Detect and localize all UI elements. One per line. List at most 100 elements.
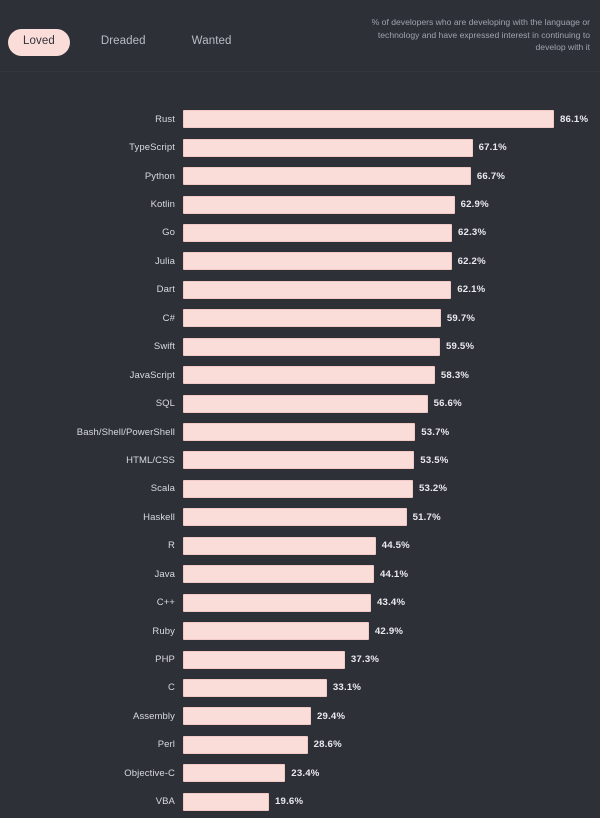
bar[interactable] (183, 167, 471, 186)
bar[interactable] (183, 678, 327, 697)
bar-track: 43.4% (183, 588, 600, 616)
bar-category-label: Ruby (152, 625, 175, 637)
bar[interactable] (183, 451, 415, 470)
bar-category-label: Rust (155, 113, 175, 125)
bar-category-label: Java (154, 568, 175, 580)
bar-category-label: C (168, 682, 175, 694)
bar-category-label: Dart (156, 284, 175, 296)
loved-languages-chart-page: { "header": { "tabs": [ { "id": "loved",… (0, 0, 600, 818)
bar[interactable] (183, 593, 371, 612)
bar-value-label: 42.9% (374, 625, 404, 637)
tab-dreaded[interactable]: Dreaded (86, 29, 161, 56)
bar[interactable] (183, 792, 269, 811)
bar-track: 86.1% (183, 105, 600, 133)
bar-track: 53.5% (183, 446, 600, 474)
bar-row: JavaScript 58.3% (0, 361, 600, 389)
bar-value-label: 51.7% (412, 511, 441, 523)
bar[interactable] (183, 508, 407, 527)
bar-row: SQL 56.6% (0, 389, 600, 417)
bar[interactable] (183, 280, 452, 299)
bar-category-label: C# (162, 312, 175, 324)
tab-loved-label: Loved (23, 35, 55, 47)
bar[interactable] (183, 366, 435, 385)
bar[interactable] (183, 650, 345, 669)
bar-track: 44.1% (183, 560, 600, 588)
bar[interactable] (183, 138, 473, 157)
bar-track: 23.4% (183, 759, 600, 787)
bar-row: Rust 86.1% (0, 105, 600, 133)
bar-value-label: 58.3% (440, 369, 470, 381)
bar[interactable] (183, 110, 554, 129)
bar[interactable] (183, 479, 413, 498)
bar-row: Perl 28.6% (0, 731, 600, 759)
bar-category-label: Assembly (133, 710, 175, 722)
bar[interactable] (183, 536, 376, 555)
bar-category-label: Objective-C (124, 767, 175, 779)
bar-track: 29.4% (183, 702, 600, 730)
tab-wanted-label: Wanted (191, 35, 232, 47)
bar-chart: Rust 86.1% TypeScript 67.1% Python 66.7% Kotli… (0, 72, 600, 816)
bar-value-label: 28.6% (313, 739, 342, 751)
bar[interactable] (183, 195, 455, 214)
bar-track: 51.7% (183, 503, 600, 531)
bar-value-label: 66.7% (476, 170, 506, 182)
bar[interactable] (183, 337, 440, 356)
bar[interactable] (183, 252, 452, 271)
bar-row: C 33.1% (0, 674, 600, 702)
bar-category-label: PHP (155, 654, 175, 666)
bar-row: Swift 59.5% (0, 333, 600, 361)
view-tabs: Loved Dreaded Wanted (8, 29, 246, 56)
bar-value-label: 53.7% (421, 426, 450, 438)
bar-track: 67.1% (183, 133, 600, 161)
bar-category-label: SQL (155, 398, 175, 410)
bar-row: C# 59.7% (0, 304, 600, 332)
bar[interactable] (183, 764, 286, 783)
bar-value-label: 62.2% (457, 255, 486, 267)
bar-track: 62.2% (183, 247, 600, 275)
bar-value-label: 44.1% (380, 568, 409, 580)
bar-row: Java 44.1% (0, 560, 600, 588)
tab-loved[interactable]: Loved (8, 29, 70, 56)
bar-track: 58.3% (183, 361, 600, 389)
bar-row: Kotlin 62.9% (0, 190, 600, 218)
tab-dreaded-label: Dreaded (100, 35, 146, 47)
bar-row: HTML/CSS 53.5% (0, 446, 600, 474)
bar-row: C++ 43.4% (0, 588, 600, 616)
bar-category-label: Perl (157, 739, 175, 751)
bar-category-label: JavaScript (129, 369, 175, 381)
bar-track: 59.7% (183, 304, 600, 332)
bar-category-label: Bash/Shell/PowerShell (76, 426, 175, 438)
bar[interactable] (183, 622, 369, 641)
bar-track: 56.6% (183, 389, 600, 417)
bar-track: 53.7% (183, 418, 600, 446)
bar-track: 33.1% (183, 674, 600, 702)
bar[interactable] (183, 565, 374, 584)
bar-category-label: VBA (155, 796, 175, 808)
bar-rows: Rust 86.1% TypeScript 67.1% Python 66.7% Kotli… (0, 105, 600, 816)
bar[interactable] (183, 309, 441, 328)
bar-value-label: 19.6% (275, 796, 304, 808)
bar-value-label: 37.3% (350, 654, 380, 666)
bar-value-label: 23.4% (291, 767, 320, 779)
bar-row: Scala 53.2% (0, 475, 600, 503)
bar[interactable] (183, 707, 311, 726)
bar-value-label: 44.5% (381, 540, 410, 552)
bar-row: VBA 19.6% (0, 788, 600, 816)
bar-row: Haskell 51.7% (0, 503, 600, 531)
bar-row: Go 62.3% (0, 219, 600, 247)
bar-value-label: 43.4% (377, 597, 406, 609)
bar[interactable] (183, 223, 452, 242)
bar-category-label: C++ (156, 597, 175, 609)
tab-wanted[interactable]: Wanted (177, 29, 247, 56)
bar-category-label: Go (162, 227, 175, 239)
bar-track: 28.6% (183, 731, 600, 759)
bar[interactable] (183, 735, 308, 754)
bar-row: Assembly 29.4% (0, 702, 600, 730)
bar-track: 37.3% (183, 645, 600, 673)
bar-value-label: 53.5% (420, 454, 449, 466)
bar-category-label: Python (144, 170, 175, 182)
bar-category-label: Haskell (143, 511, 175, 523)
bar-value-label: 62.3% (458, 227, 487, 239)
bar[interactable] (183, 394, 428, 413)
bar[interactable] (183, 423, 416, 442)
